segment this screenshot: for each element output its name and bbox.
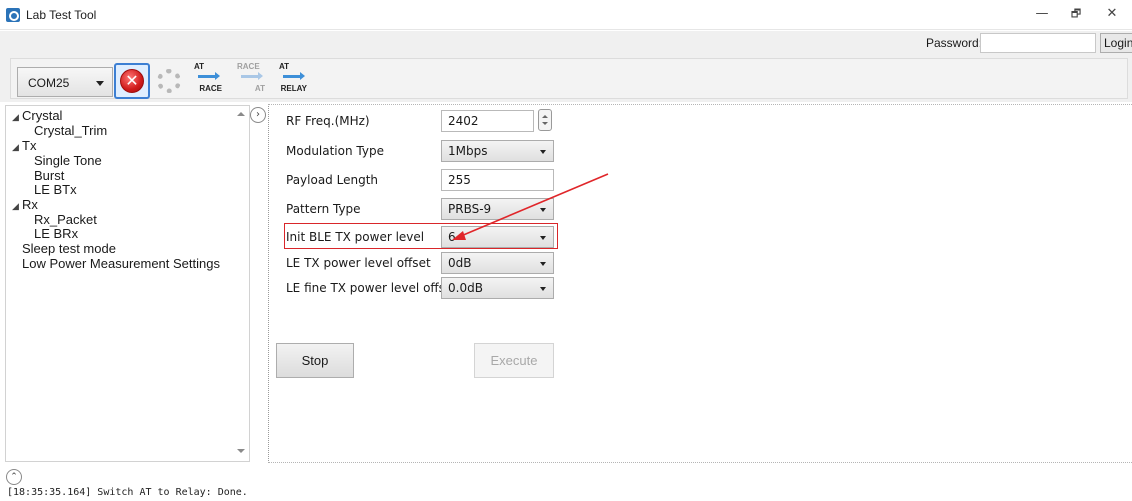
- arrow-right-icon: [241, 72, 263, 80]
- stop-button[interactable]: Stop: [276, 343, 354, 378]
- expand-triangle-icon[interactable]: ◢: [12, 110, 22, 124]
- at-race-top-text: AT: [194, 62, 205, 71]
- collapse-panel-button[interactable]: ›: [250, 107, 266, 123]
- close-button[interactable]: ✕: [1098, 4, 1126, 24]
- scroll-down-icon[interactable]: [237, 449, 245, 453]
- gear-icon: [157, 69, 181, 93]
- spin-up-icon[interactable]: [542, 115, 548, 118]
- pattern-type-select[interactable]: PRBS-9: [441, 198, 554, 220]
- execute-button[interactable]: Execute: [474, 343, 554, 378]
- disconnect-button[interactable]: ✕: [114, 63, 150, 99]
- title-bar: Lab Test Tool — 🗗 ✕: [0, 0, 1132, 30]
- password-input[interactable]: [980, 33, 1096, 53]
- minimize-button[interactable]: —: [1028, 4, 1056, 24]
- com-port-select[interactable]: COM25: [17, 67, 113, 97]
- tree-item-crystal-trim[interactable]: Crystal_Trim: [34, 124, 107, 138]
- tx-power-offset-value: 0dB: [448, 256, 472, 270]
- init-tx-power-value: 6: [448, 230, 456, 244]
- chevron-down-icon: [540, 262, 546, 266]
- spin-down-icon[interactable]: [542, 122, 548, 125]
- app-icon: [6, 8, 20, 22]
- modulation-type-label: Modulation Type: [286, 144, 384, 158]
- arrow-right-icon: [283, 72, 305, 80]
- password-label: Password:: [926, 36, 983, 50]
- rf-freq-label: RF Freq.(MHz): [286, 114, 370, 128]
- pattern-type-value: PRBS-9: [448, 202, 492, 216]
- tree-item-low-power-settings[interactable]: Low Power Measurement Settings: [22, 257, 220, 271]
- chevron-down-icon: [540, 287, 546, 291]
- window-title: Lab Test Tool: [26, 8, 97, 22]
- at-race-bottom-text: RACE: [199, 84, 222, 93]
- tree-item-le-brx[interactable]: LE BRx: [34, 227, 78, 241]
- rf-freq-spinner[interactable]: [538, 109, 552, 131]
- tree-item-rx[interactable]: ◢ Rx: [12, 198, 38, 213]
- fine-tx-power-offset-label: LE fine TX power level offset: [286, 281, 458, 295]
- at-to-relay-button[interactable]: AT RELAY: [277, 62, 307, 96]
- tree-item-burst[interactable]: Burst: [34, 169, 64, 183]
- init-tx-power-select[interactable]: 6: [441, 226, 554, 248]
- toolbar: COM25 ✕ AT RACE RACE AT AT RELAY: [0, 55, 1132, 102]
- tx-power-offset-label: LE TX power level offset: [286, 256, 431, 270]
- tx-power-offset-select[interactable]: 0dB: [441, 252, 554, 274]
- fine-tx-power-offset-value: 0.0dB: [448, 281, 483, 295]
- tree-item-rx-packet[interactable]: Rx_Packet: [34, 213, 97, 227]
- pattern-type-label: Pattern Type: [286, 202, 361, 216]
- expand-triangle-icon[interactable]: ◢: [12, 199, 22, 213]
- tree-item-single-tone[interactable]: Single Tone: [34, 154, 102, 168]
- chevron-down-icon: [540, 236, 546, 240]
- tree-item-le-btx[interactable]: LE BTx: [34, 183, 77, 197]
- test-tree: ◢ Crystal Crystal_Trim ◢ Tx Single Tone Bu…: [5, 105, 250, 462]
- tree-item-crystal[interactable]: ◢ Crystal: [12, 109, 62, 124]
- rf-freq-input[interactable]: 2402: [441, 110, 534, 132]
- at-relay-bottom-text: RELAY: [280, 84, 307, 93]
- com-port-value: COM25: [28, 76, 70, 90]
- log-line: [18:35:35.164] Switch AT to Relay: Done.: [7, 487, 248, 498]
- maximize-button[interactable]: 🗗: [1062, 4, 1090, 24]
- login-bar: Password: Login: [0, 31, 1132, 55]
- at-to-race-button[interactable]: AT RACE: [192, 62, 222, 96]
- tree-item-tx[interactable]: ◢ Tx: [12, 139, 36, 154]
- x-circle-icon: ✕: [120, 69, 144, 93]
- expand-triangle-icon[interactable]: ◢: [12, 140, 22, 154]
- tree-item-label: Crystal: [22, 108, 63, 123]
- init-tx-power-label: Init BLE TX power level: [286, 230, 425, 244]
- scroll-up-icon[interactable]: [237, 112, 245, 116]
- race-at-top-text: RACE: [237, 62, 260, 71]
- race-to-at-button[interactable]: RACE AT: [235, 62, 265, 96]
- expand-log-button[interactable]: ⌃: [6, 469, 22, 485]
- settings-button[interactable]: [153, 65, 185, 97]
- chevron-down-icon: [540, 208, 546, 212]
- payload-length-input[interactable]: 255: [441, 169, 554, 191]
- at-relay-top-text: AT: [279, 62, 290, 71]
- fine-tx-power-offset-select[interactable]: 0.0dB: [441, 277, 554, 299]
- tree-item-label: Tx: [22, 138, 37, 153]
- race-at-bottom-text: AT: [254, 84, 265, 93]
- modulation-type-select[interactable]: 1Mbps: [441, 140, 554, 162]
- login-button[interactable]: Login: [1100, 33, 1132, 53]
- tree-item-sleep-test-mode[interactable]: Sleep test mode: [22, 242, 116, 256]
- tree-item-label: Rx: [22, 197, 38, 212]
- arrow-right-icon: [198, 72, 220, 80]
- tree-scrollbar[interactable]: [233, 106, 249, 461]
- modulation-type-value: 1Mbps: [448, 144, 488, 158]
- chevron-down-icon: [540, 150, 546, 154]
- chevron-down-icon: [96, 81, 104, 86]
- payload-length-label: Payload Length: [286, 173, 379, 187]
